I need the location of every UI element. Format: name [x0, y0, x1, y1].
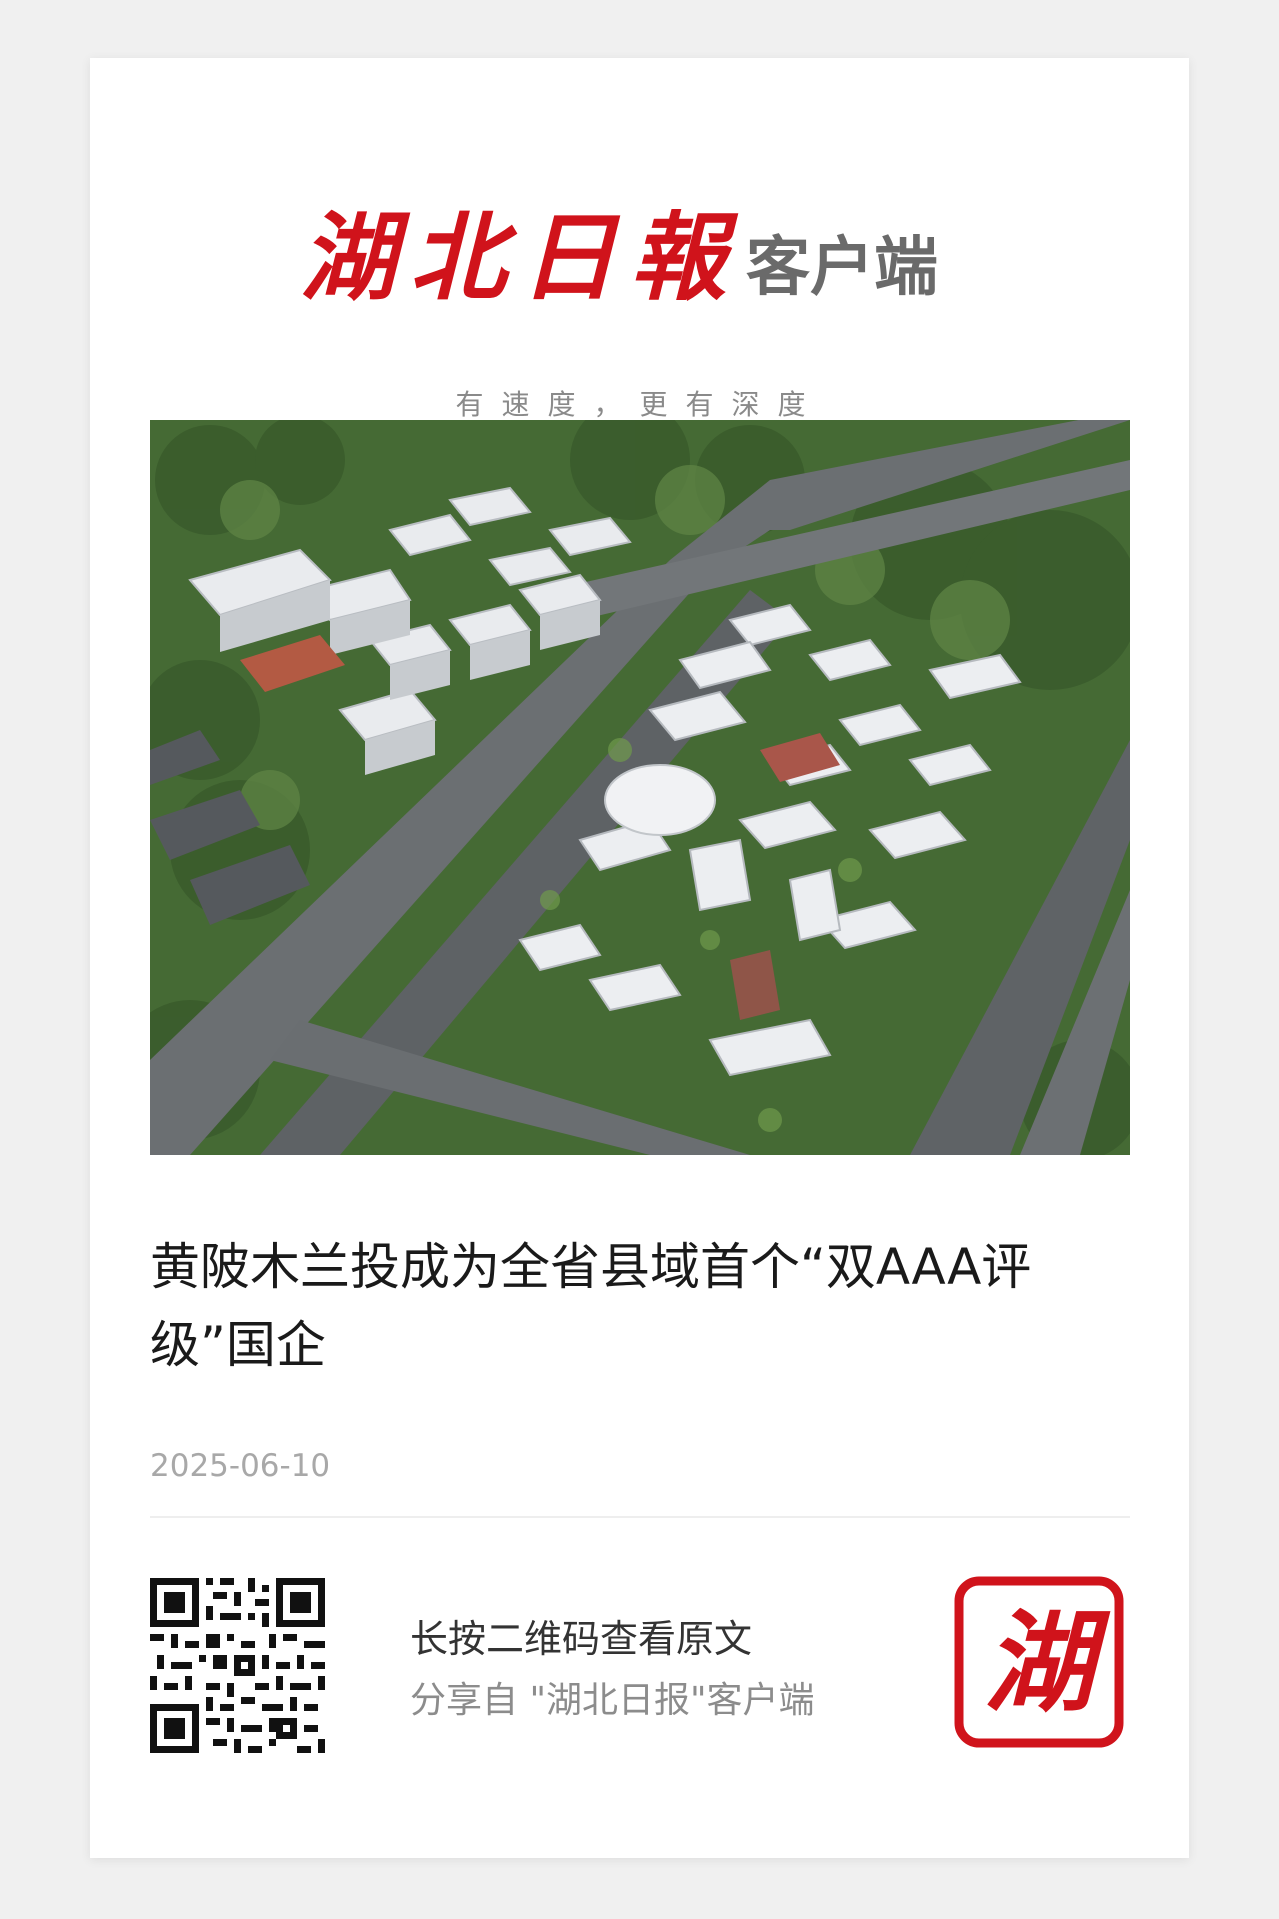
article-date: 2025-06-10: [150, 1448, 331, 1484]
aerial-rendering: [150, 420, 1130, 1155]
seal-char: 湖: [984, 1598, 1111, 1727]
masthead-slogan: 有速度，更有深度: [455, 388, 824, 421]
masthead-logo: 湖北日報 客户端: [300, 203, 938, 313]
cta-source: 分享自 "湖北日报"客户端: [410, 1680, 815, 1721]
hero-image: [150, 420, 1130, 1155]
cta-long-press: 长按二维码查看原文: [410, 1617, 753, 1661]
divider: [150, 1516, 1130, 1518]
masthead-suffix: 客户端: [746, 230, 938, 305]
share-cta: 长按二维码查看原文 分享自 "湖北日报"客户端: [410, 1611, 815, 1729]
share-card: 湖北日報 客户端 有速度，更有深度 黄陂木兰投成为全省县域首个“双AAA评级”国…: [90, 58, 1189, 1858]
seal-stamp-icon: 湖: [954, 1576, 1124, 1748]
masthead-calligraphy: 湖北日報: [300, 201, 740, 314]
qr-code-icon[interactable]: [150, 1578, 325, 1753]
article-headline: 黄陂木兰投成为全省县域首个“双AAA评级”国企: [150, 1238, 1032, 1374]
masthead: 湖北日報 客户端 有速度，更有深度: [90, 148, 1189, 422]
